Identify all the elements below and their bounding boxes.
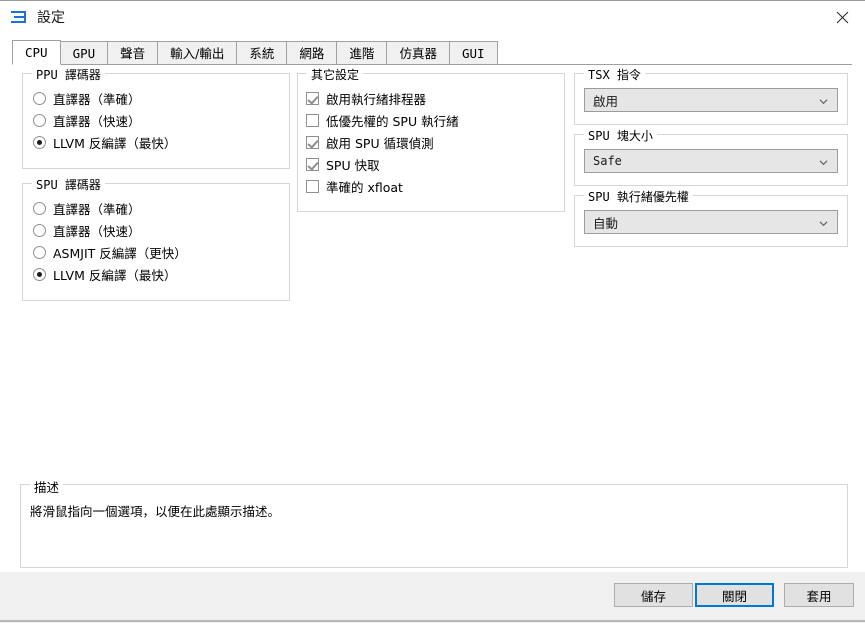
checkbox-enable-spu-loop-detection[interactable]: 啟用 SPU 循環偵測	[306, 131, 459, 153]
apply-button[interactable]: 套用	[784, 583, 854, 607]
tab-input-output[interactable]: 輸入/輸出	[157, 41, 237, 64]
checkbox-enable-thread-scheduler[interactable]: 啟用執行緒排程器	[306, 87, 459, 109]
radio-indicator	[33, 114, 46, 127]
radio-indicator	[33, 92, 46, 105]
tab-emulator[interactable]: 仿真器	[386, 41, 450, 64]
dropdown-value: 自動	[593, 213, 618, 232]
checkbox-spu-cache[interactable]: SPU 快取	[306, 153, 459, 175]
tab-advanced[interactable]: 進階	[336, 41, 387, 64]
group-ppu-decoder: PPU 譯碼器 直譯器（準確） 直譯器（快速） LLVM 反編譯（最快）	[22, 73, 290, 169]
radio-spu-llvm-recompiler[interactable]: LLVM 反編譯（最快）	[33, 263, 187, 285]
checkbox-label: 低優先權的 SPU 執行緒	[326, 111, 459, 130]
checkbox-indicator	[306, 136, 319, 149]
group-spu-decoder: SPU 譯碼器 直譯器（準確） 直譯器（快速） ASMJIT 反編譯（更快） L…	[22, 183, 290, 301]
group-tsx-instructions: TSX 指令 啟用	[574, 73, 848, 125]
dropdown-tsx-instructions[interactable]: 啟用	[584, 88, 838, 112]
radio-spu-interpreter-precise[interactable]: 直譯器（準確）	[33, 197, 187, 219]
radio-spu-interpreter-fast[interactable]: 直譯器（快速）	[33, 219, 187, 241]
checkbox-indicator	[306, 114, 319, 127]
dropdown-spu-block-size[interactable]: Safe	[584, 149, 838, 173]
hamburger-menu-icon	[10, 8, 28, 26]
dropdown-value: Safe	[593, 154, 622, 168]
group-spu-block-size: SPU 塊大小 Safe	[574, 134, 848, 186]
tab-system[interactable]: 系統	[236, 41, 287, 64]
close-icon[interactable]	[819, 0, 865, 34]
radio-label: ASMJIT 反編譯（更快）	[53, 243, 187, 262]
radio-indicator	[33, 224, 46, 237]
radio-label: 直譯器（快速）	[53, 111, 141, 130]
description-text: 將滑鼠指向一個選項，以便在此處顯示描述。	[30, 501, 280, 520]
radio-ppu-llvm-recompiler[interactable]: LLVM 反編譯（最快）	[33, 131, 176, 153]
checkbox-indicator	[306, 92, 319, 105]
tab-gui[interactable]: GUI	[449, 41, 498, 64]
radio-indicator	[33, 246, 46, 259]
chevron-down-icon	[819, 219, 828, 228]
group-spu-thread-priority-legend: SPU 執行緒優先權	[584, 188, 693, 205]
description-box: 描述 將滑鼠指向一個選項，以便在此處顯示描述。	[20, 484, 848, 568]
tab-network[interactable]: 網路	[286, 41, 337, 64]
radio-ppu-interpreter-fast[interactable]: 直譯器（快速）	[33, 109, 176, 131]
group-spu-thread-priority: SPU 執行緒優先權 自動	[574, 195, 848, 247]
group-tsx-instructions-legend: TSX 指令	[584, 66, 645, 83]
dialog-footer: 儲存 關閉 套用	[0, 572, 865, 623]
radio-spu-asmjit-recompiler[interactable]: ASMJIT 反編譯（更快）	[33, 241, 187, 263]
checkbox-label: 準確的 xfloat	[326, 177, 403, 196]
radio-label: LLVM 反編譯（最快）	[53, 265, 176, 284]
dropdown-spu-thread-priority[interactable]: 自動	[584, 210, 838, 234]
window-title: 設定	[37, 7, 65, 27]
radio-label: 直譯器（快速）	[53, 221, 141, 240]
group-spu-decoder-legend: SPU 譯碼器	[32, 176, 105, 193]
checkbox-indicator	[306, 180, 319, 193]
settings-content-panel: CPU GPU 聲音 輸入/輸出 系統 網路 進階 仿真器 GUI PPU 譯碼…	[0, 34, 865, 572]
tab-audio[interactable]: 聲音	[107, 41, 158, 64]
group-other-settings-legend: 其它設定	[307, 66, 363, 83]
radio-label: 直譯器（準確）	[53, 199, 141, 218]
group-ppu-decoder-legend: PPU 譯碼器	[32, 66, 105, 83]
radio-indicator	[33, 268, 46, 281]
chevron-down-icon	[819, 158, 828, 167]
checkbox-accurate-xfloat[interactable]: 準確的 xfloat	[306, 175, 459, 197]
checkbox-lower-spu-thread-priority[interactable]: 低優先權的 SPU 執行緒	[306, 109, 459, 131]
tabbar-filler	[497, 41, 852, 65]
radio-label: 直譯器（準確）	[53, 89, 141, 108]
window-titlebar: 設定	[0, 0, 865, 35]
dropdown-value: 啟用	[593, 91, 618, 110]
tab-cpu[interactable]: CPU	[12, 40, 61, 65]
chevron-down-icon	[819, 97, 828, 106]
radio-label: LLVM 反編譯（最快）	[53, 133, 176, 152]
group-spu-block-size-legend: SPU 塊大小	[584, 127, 657, 144]
radio-ppu-interpreter-precise[interactable]: 直譯器（準確）	[33, 87, 176, 109]
checkbox-indicator	[306, 158, 319, 171]
settings-tabbar: CPU GPU 聲音 輸入/輸出 系統 網路 進階 仿真器 GUI	[12, 41, 852, 65]
save-button[interactable]: 儲存	[614, 583, 693, 607]
tab-gpu[interactable]: GPU	[60, 41, 109, 64]
window-top-edge	[0, 0, 865, 1]
checkbox-label: 啟用執行緒排程器	[326, 89, 426, 108]
close-button[interactable]: 關閉	[695, 583, 774, 607]
radio-indicator	[33, 202, 46, 215]
radio-indicator	[33, 136, 46, 149]
checkbox-label: SPU 快取	[326, 155, 380, 174]
checkbox-label: 啟用 SPU 循環偵測	[326, 133, 434, 152]
group-other-settings: 其它設定 啟用執行緒排程器 低優先權的 SPU 執行緒 啟用 SPU 循環偵測 …	[297, 73, 565, 212]
settings-dialog: CPU GPU 聲音 輸入/輸出 系統 網路 進階 仿真器 GUI PPU 譯碼…	[0, 34, 865, 622]
description-legend: 描述	[30, 477, 63, 496]
